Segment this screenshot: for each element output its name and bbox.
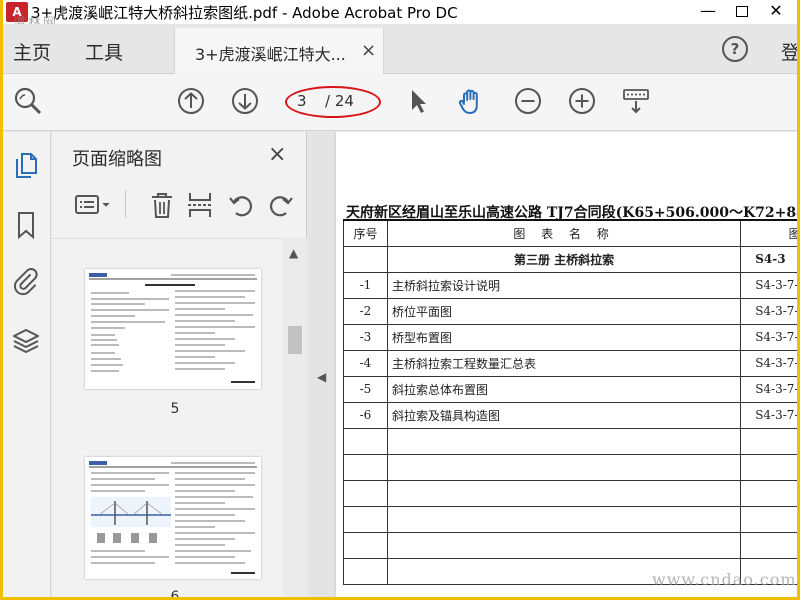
row-number: -4 — [343, 349, 388, 377]
watermark-bottom-right: www.cndao.com — [652, 570, 797, 589]
thumbnail-scrollbar[interactable]: ▲ — [283, 238, 307, 597]
red-annotation-ellipse — [285, 86, 381, 118]
row-number: -6 — [343, 401, 388, 429]
row-name: 主桥斜拉索设计说明 — [386, 271, 742, 299]
zoom-in-icon[interactable] — [567, 86, 597, 116]
close-panel-button[interactable]: × — [268, 142, 286, 167]
insert-page-icon[interactable] — [185, 190, 215, 220]
page-thumbnails-panel: 页面缩略图 × 5 6 ▲ — [52, 132, 307, 597]
hand-tool-icon[interactable] — [456, 86, 486, 116]
row-number: -5 — [343, 375, 388, 403]
empty-row — [343, 453, 797, 481]
collapse-panel-handle[interactable]: ◀ — [308, 132, 334, 597]
rotate-clockwise-icon[interactable] — [266, 190, 296, 220]
row-name: 斜拉索总体布置图 — [386, 375, 742, 403]
attachment-icon[interactable] — [11, 266, 41, 296]
row-name: 主桥斜拉索工程数量汇总表 — [386, 349, 742, 377]
scrollbar-thumb[interactable] — [288, 326, 302, 354]
acrobat-window: A 3+虎渡溪岷江特大桥斜拉索图纸.pdf - Adobe Acrobat Pr… — [3, 0, 797, 597]
row-name: 斜拉索及锚具构造图 — [386, 401, 742, 429]
table-row: -4 主桥斜拉索工程数量汇总表 S4-3-7- — [343, 349, 797, 377]
window-title: 3+虎渡溪岷江特大桥斜拉索图纸.pdf - Adobe Acrobat Pro … — [31, 4, 458, 22]
page-display-icon[interactable] — [621, 86, 651, 116]
row-number: -2 — [343, 297, 388, 325]
page-thumbnail[interactable] — [85, 457, 261, 579]
zoom-icon[interactable] — [13, 86, 43, 116]
thumbnail-page-number: 6 — [170, 589, 180, 597]
bookmark-icon[interactable] — [11, 210, 41, 240]
select-cursor-icon[interactable] — [404, 86, 434, 116]
next-page-icon[interactable] — [230, 86, 260, 116]
main-toolbar: 3 / 24 — [3, 74, 797, 131]
section-code: S4-3 — [740, 245, 797, 273]
thumbnail-list: 5 6 — [52, 238, 282, 597]
section-name: 第三册 主桥斜拉索 — [386, 245, 742, 273]
empty-row — [343, 427, 797, 455]
row-code: S4-3-7- — [740, 271, 797, 299]
panel-title: 页面缩略图 — [72, 149, 162, 170]
document-tab-label: 3+虎渡溪岷江特大... — [195, 45, 346, 64]
close-window-button[interactable]: ✕ — [759, 0, 793, 24]
panel-toolbar — [52, 182, 307, 232]
rotate-counterclockwise-icon[interactable] — [226, 190, 256, 220]
scroll-up-arrow-icon[interactable]: ▲ — [289, 246, 298, 260]
empty-row — [343, 505, 797, 533]
table-cell — [343, 245, 388, 273]
close-tab-button[interactable]: × — [361, 40, 376, 61]
thumbnail-options-icon[interactable] — [74, 190, 114, 220]
menu-tabs-bar: 主页 工具 3+虎渡溪岷江特大... × ? 登 — [3, 24, 797, 74]
tab-tools[interactable]: 工具 — [85, 38, 123, 65]
row-code: S4-3-7- — [740, 375, 797, 403]
page-thumbnails-icon[interactable] — [11, 150, 41, 180]
page-thumbnail[interactable] — [85, 269, 261, 389]
delete-page-icon[interactable] — [147, 190, 177, 220]
previous-page-icon[interactable] — [176, 86, 206, 116]
title-bar: A 3+虎渡溪岷江特大桥斜拉索图纸.pdf - Adobe Acrobat Pr… — [3, 0, 797, 24]
row-name: 桥型布置图 — [386, 323, 742, 351]
layers-icon[interactable] — [11, 326, 41, 356]
row-code: S4-3-7- — [740, 323, 797, 351]
thumbnail-page-number: 5 — [170, 401, 180, 417]
pdf-page: 天府新区经眉山至乐山高速公路 TJ7合同段(K65+506.000～K72+84… — [336, 132, 797, 597]
row-code: S4-3-7- — [740, 297, 797, 325]
sign-in-button[interactable]: 登 — [781, 38, 797, 65]
row-code: S4-3-7- — [740, 349, 797, 377]
tab-home[interactable]: 主页 — [13, 38, 51, 65]
section-row: 第三册 主桥斜拉索 S4-3 — [343, 245, 797, 273]
table-row: -6 斜拉索及锚具构造图 S4-3-7- — [343, 401, 797, 429]
left-navigation-rail — [3, 132, 51, 597]
table-row: -5 斜拉索总体布置图 S4-3-7- — [343, 375, 797, 403]
minimize-button[interactable]: — — [691, 0, 725, 24]
collapse-arrow-icon: ◀ — [317, 370, 327, 384]
row-name: 桥位平面图 — [386, 297, 742, 325]
empty-row — [343, 479, 797, 507]
maximize-icon — [736, 6, 748, 17]
table-header-row: 序号 图 表 名 称 图表编 — [343, 219, 797, 247]
row-code: S4-3-7- — [740, 401, 797, 429]
column-header: 序号 — [343, 219, 388, 247]
empty-row — [343, 531, 797, 559]
drawing-index-table: 序号 图 表 名 称 图表编 第三册 主桥斜拉索 S4-3 -1 主桥斜拉索设计… — [343, 219, 797, 585]
zoom-out-icon[interactable] — [513, 86, 543, 116]
help-button[interactable]: ? — [722, 36, 748, 62]
toolbar-divider — [125, 190, 126, 218]
maximize-button[interactable] — [725, 0, 759, 24]
document-tab[interactable]: 3+虎渡溪岷江特大... × — [174, 28, 384, 74]
row-number: -3 — [343, 323, 388, 351]
table-row: -1 主桥斜拉索设计说明 S4-3-7- — [343, 271, 797, 299]
document-view: ◀ 天府新区经眉山至乐山高速公路 TJ7合同段(K65+506.000～K72+… — [308, 132, 797, 597]
table-row: -3 桥型布置图 S4-3-7- — [343, 323, 797, 351]
column-header: 图 表 名 称 — [386, 219, 742, 247]
table-row: -2 桥位平面图 S4-3-7- — [343, 297, 797, 325]
row-number: -1 — [343, 271, 388, 299]
column-header: 图表编 — [740, 219, 797, 247]
